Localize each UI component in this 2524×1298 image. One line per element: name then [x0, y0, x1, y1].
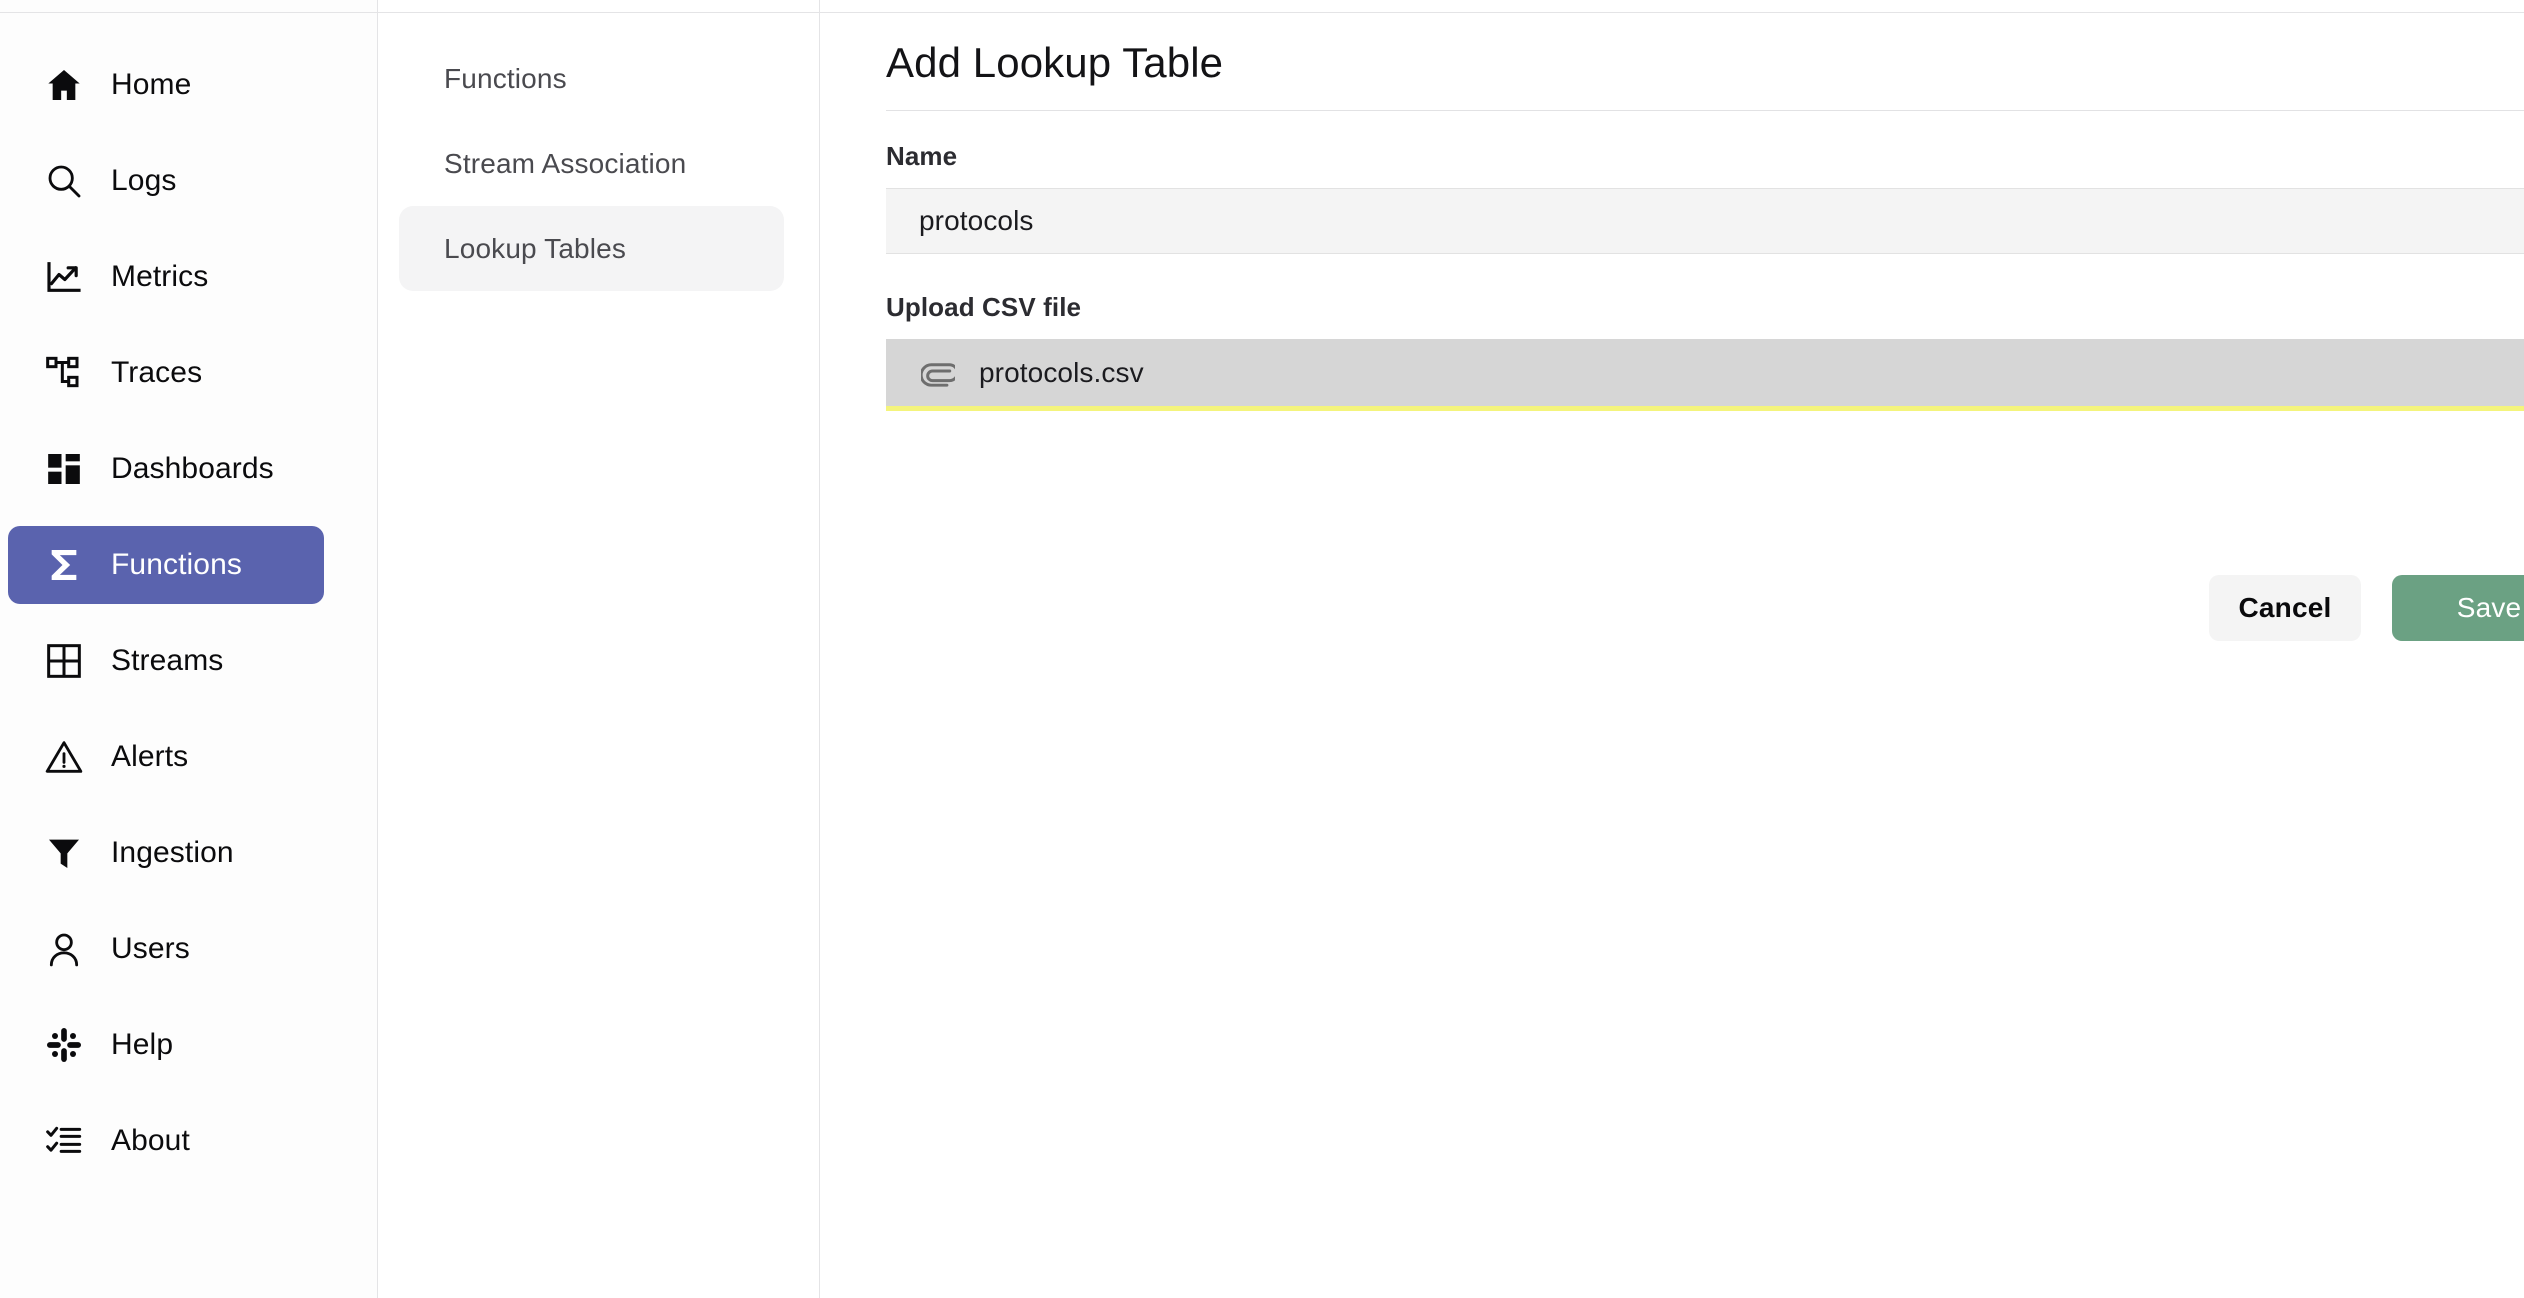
sidebar-item-label: Home: [111, 70, 191, 100]
sidebar-item-label: Traces: [111, 358, 202, 388]
save-button[interactable]: Save: [2392, 575, 2524, 641]
page-title: Add Lookup Table: [886, 42, 2524, 84]
cancel-button[interactable]: Cancel: [2209, 575, 2361, 641]
upload-field-label: Upload CSV file: [886, 294, 2524, 320]
subnav-item-functions[interactable]: Functions: [399, 36, 784, 121]
sidebar-item-traces[interactable]: Traces: [8, 334, 324, 412]
sitemap-icon: [41, 350, 87, 396]
sidebar-item-label: Dashboards: [111, 454, 274, 484]
sidebar-item-label: Functions: [111, 550, 242, 580]
grid-blocks-icon: [41, 446, 87, 492]
subnav-item-label: Stream Association: [444, 148, 686, 180]
warning-triangle-icon: [41, 734, 87, 780]
uploaded-file-name: protocols.csv: [979, 357, 1144, 389]
sidebar-item-metrics[interactable]: Metrics: [8, 238, 324, 316]
sidebar-item-label: Alerts: [111, 742, 188, 772]
home-icon: [41, 62, 87, 108]
sidebar-item-dashboards[interactable]: Dashboards: [8, 430, 324, 508]
sidebar-item-label: Ingestion: [111, 838, 234, 868]
name-input[interactable]: [886, 188, 2524, 254]
sidebar-item-label: About: [111, 1126, 190, 1156]
sidebar-item-label: Users: [111, 934, 190, 964]
sidebar-item-label: Metrics: [111, 262, 208, 292]
sidebar-item-logs[interactable]: Logs: [8, 142, 324, 220]
name-field-label: Name: [886, 143, 2524, 169]
search-icon: [41, 158, 87, 204]
sidebar-item-about[interactable]: About: [8, 1102, 324, 1180]
chart-line-icon: [41, 254, 87, 300]
paperclip-icon: [919, 354, 957, 392]
sidebar-item-label: Logs: [111, 166, 176, 196]
primary-sidebar: Home Logs Metrics: [0, 0, 378, 1298]
secondary-nav: Functions Stream Association Lookup Tabl…: [378, 0, 820, 1298]
top-divider: [0, 12, 2524, 13]
sidebar-item-users[interactable]: Users: [8, 910, 324, 988]
form-actions: Cancel Save: [886, 575, 2524, 641]
app-root: Home Logs Metrics: [0, 0, 2524, 1298]
title-divider: [886, 110, 2524, 111]
sigma-icon: [41, 542, 87, 588]
sidebar-item-functions[interactable]: Functions: [8, 526, 324, 604]
funnel-icon: [41, 830, 87, 876]
sidebar-item-alerts[interactable]: Alerts: [8, 718, 324, 796]
field-spacer: [886, 254, 2524, 294]
slack-icon: [41, 1022, 87, 1068]
csv-upload-field[interactable]: protocols.csv: [886, 339, 2524, 411]
subnav-item-label: Functions: [444, 63, 567, 95]
subnav-item-label: Lookup Tables: [444, 233, 626, 265]
table-grid-icon: [41, 638, 87, 684]
checklist-icon: [41, 1118, 87, 1164]
main-content: Add Lookup Table Name Upload CSV file pr…: [820, 0, 2524, 1298]
subnav-item-stream-association[interactable]: Stream Association: [399, 121, 784, 206]
person-icon: [41, 926, 87, 972]
sidebar-item-label: Help: [111, 1030, 173, 1060]
sidebar-item-home[interactable]: Home: [8, 46, 324, 124]
sidebar-item-label: Streams: [111, 646, 223, 676]
subnav-item-lookup-tables[interactable]: Lookup Tables: [399, 206, 784, 291]
sidebar-item-streams[interactable]: Streams: [8, 622, 324, 700]
sidebar-item-help[interactable]: Help: [8, 1006, 324, 1084]
sidebar-item-ingestion[interactable]: Ingestion: [8, 814, 324, 892]
